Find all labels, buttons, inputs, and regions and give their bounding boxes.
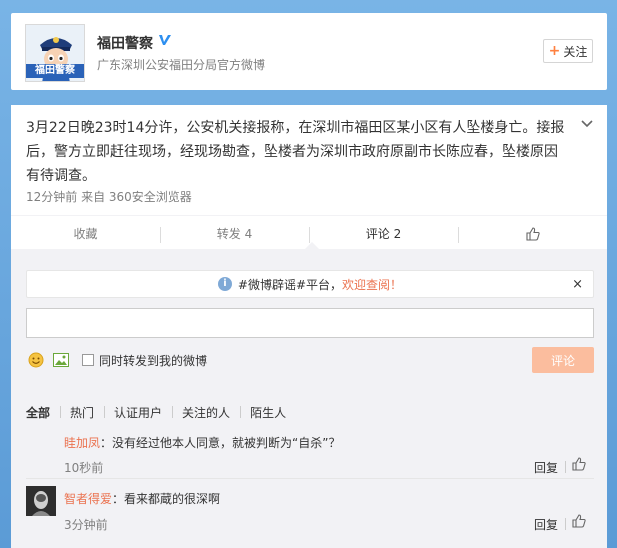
follow-button[interactable]: + 关注 xyxy=(543,39,593,63)
image-icon[interactable] xyxy=(53,353,69,367)
notice-prefix: #微博辟谣#平台， xyxy=(237,277,343,292)
comment-filters: 全部 热门 认证用户 关注的人 陌生人 xyxy=(26,404,296,421)
filter-all[interactable]: 全部 xyxy=(26,404,60,421)
comments-panel: i #微博辟谣#平台， 欢迎查阅！ × 同时转发到我的微博 评论 全部 热门 认证… xyxy=(11,249,607,548)
favorite-button[interactable]: 收藏 xyxy=(11,224,160,244)
submit-comment-button[interactable]: 评论 xyxy=(532,347,594,373)
filter-strangers[interactable]: 陌生人 xyxy=(240,404,296,421)
profile-description: 广东深圳公安福田分局官方微博 xyxy=(97,58,266,72)
divider xyxy=(565,518,566,530)
user-avatar-image xyxy=(26,486,56,516)
repost-label[interactable]: 同时转发到我的微博 xyxy=(99,352,207,369)
thumbs-up-icon xyxy=(525,227,540,241)
comment-input[interactable] xyxy=(26,308,594,338)
follow-label: 关注 xyxy=(563,44,588,59)
comment-user[interactable]: 智者得爱 xyxy=(64,492,112,506)
divider xyxy=(565,461,566,473)
post-text: 3月22日晚23时14分许，公安机关接报称，在深圳市福田区某小区有人坠楼身亡。接… xyxy=(26,120,565,184)
info-icon: i xyxy=(217,277,232,291)
reply-button[interactable]: 回复 xyxy=(534,459,558,476)
notice-link[interactable]: 欢迎查阅！ xyxy=(342,276,402,293)
profile-card: 福田警察 福田警察 广东深圳公安福田分局官方微博 + 关注 xyxy=(11,13,607,90)
comment-item: 眭加凤：没有经过他本人同意，就被判断为“自杀”？ 10秒前 回复 xyxy=(26,429,594,479)
comment-user[interactable]: 眭加凤 xyxy=(64,436,100,450)
active-tab-arrow xyxy=(305,242,319,249)
comment-item: 智者得爱：看来都蔵的很深啊 3分钟前 回复 xyxy=(26,486,594,546)
filter-hot[interactable]: 热门 xyxy=(60,404,104,421)
thumbs-up-icon[interactable] xyxy=(572,457,586,471)
filter-following[interactable]: 关注的人 xyxy=(172,404,240,421)
filter-verified[interactable]: 认证用户 xyxy=(104,404,172,421)
post-card: 3月22日晚23时14分许，公安机关接报称，在深圳市福田区某小区有人坠楼身亡。接… xyxy=(11,105,607,548)
emoji-icon[interactable] xyxy=(28,352,44,368)
thumbs-up-icon[interactable] xyxy=(572,514,586,528)
close-icon[interactable]: × xyxy=(572,277,583,292)
rumor-notice: i #微博辟谣#平台， 欢迎查阅！ × xyxy=(26,270,594,298)
verified-icon xyxy=(159,35,171,45)
post-meta: 12分钟前 来自 360安全浏览器 xyxy=(26,190,192,204)
profile-avatar[interactable]: 福田警察 xyxy=(25,24,85,82)
avatar[interactable] xyxy=(26,486,56,516)
avatar-caption: 福田警察 xyxy=(26,64,84,78)
plus-icon: + xyxy=(548,43,561,59)
like-button[interactable] xyxy=(458,224,607,244)
comment-text: 智者得爱：看来都蔵的很深啊 xyxy=(64,490,220,507)
chevron-down-icon[interactable] xyxy=(581,118,593,130)
comment-button[interactable]: 评论 2 xyxy=(309,224,458,244)
reply-button[interactable]: 回复 xyxy=(534,516,558,533)
repost-checkbox[interactable] xyxy=(82,354,94,366)
comment-body: ：看来都蔵的很深啊 xyxy=(112,492,221,506)
comment-time: 3分钟前 xyxy=(64,518,108,532)
comment-body: ：没有经过他本人同意，就被判断为“自杀”？ xyxy=(100,436,341,450)
comment-time: 10秒前 xyxy=(64,461,104,475)
profile-name[interactable]: 福田警察 xyxy=(97,33,153,53)
repost-button[interactable]: 转发 4 xyxy=(160,224,309,244)
comment-text: 眭加凤：没有经过他本人同意，就被判断为“自杀”？ xyxy=(64,434,340,451)
